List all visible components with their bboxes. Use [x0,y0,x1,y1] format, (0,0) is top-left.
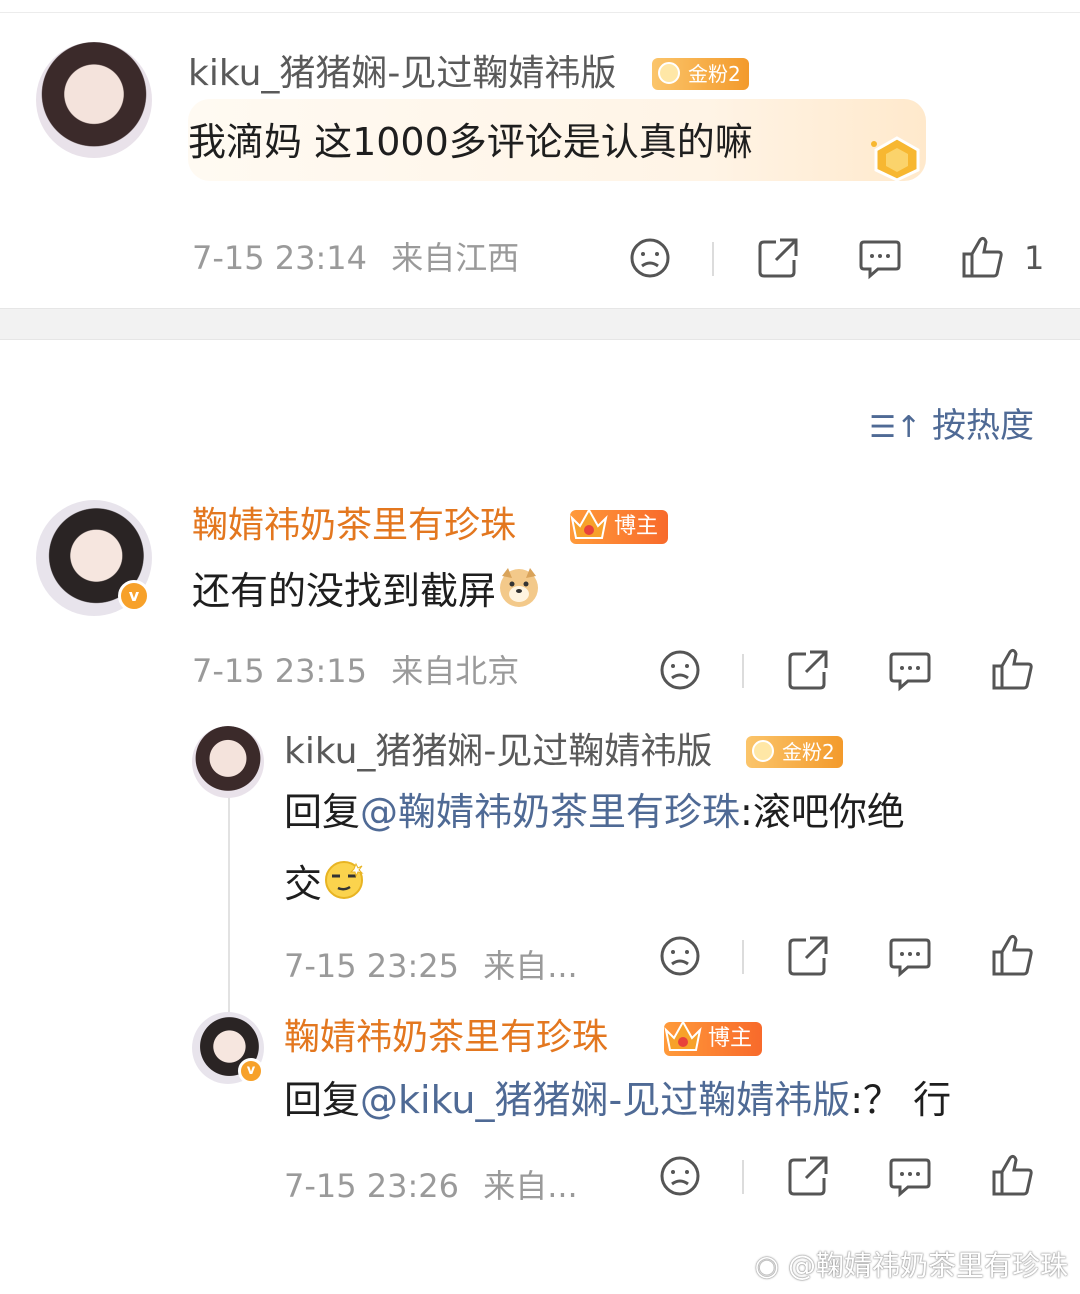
watermark-text: @鞠婧祎奶茶里有珍珠 [787,1249,1068,1282]
weibo-logo-icon: ◉ [754,1249,788,1282]
share-icon[interactable] [756,236,800,280]
username[interactable]: kiku_猪猪娴-见过鞠婧祎版 [284,730,712,774]
username[interactable]: 鞠婧祎奶茶里有珍珠 [192,504,516,548]
mention-link[interactable]: @kiku_猪猪娴-见过鞠婧祎版 [360,1078,850,1122]
reply-content: :滚吧你绝 [740,790,905,834]
timestamp: 7-15 23:14 [192,239,368,277]
timestamp: 7-15 23:25 [284,947,460,985]
comment-icon[interactable] [888,934,932,978]
comment-icon[interactable] [888,1154,932,1198]
divider [712,242,714,276]
crown-icon [664,1019,702,1051]
comment-timestamp: 7-15 23:15 来自北京 [192,651,519,691]
divider [742,654,744,688]
reply-prefix: 回复 [284,790,361,834]
gem-icon [752,740,774,762]
share-icon[interactable] [786,1154,830,1198]
share-icon[interactable] [786,648,830,692]
comment-icon[interactable] [858,236,902,280]
username[interactable]: 鞠婧祎奶茶里有珍珠 [284,1016,608,1060]
reply-text-line2: 交 [284,858,366,915]
verified-icon: v [118,580,150,612]
timestamp: 7-15 23:15 [192,652,368,690]
sort-icon: ☰↑ [869,410,922,445]
reply-content: 交 [284,862,323,906]
reply-content: :？ 行 [850,1078,952,1122]
sort-by-hot-button[interactable]: ☰↑ 按热度 [869,398,1034,447]
reply-timestamp: 7-15 23:26 来自... [284,1166,578,1206]
fan-badge-label: 金粉2 [782,740,835,764]
reply-prefix: 回复 [284,1078,361,1122]
blogger-badge-label: 博主 [708,1026,753,1051]
blogger-badge: 博主 [570,507,669,544]
like-count: 1 [1024,239,1045,277]
location: 来自江西 [391,239,520,277]
dislike-face-icon[interactable] [628,236,672,280]
mention-link[interactable]: @鞠婧祎奶茶里有珍珠 [360,790,740,834]
divider [742,940,744,974]
location: 来自... [483,1167,578,1205]
smirk-emoji-icon [322,858,366,915]
reply-timestamp: 7-15 23:25 来自... [284,946,578,986]
verified-icon: v [238,1058,264,1084]
avatar[interactable] [192,726,264,798]
dislike-face-icon[interactable] [658,648,702,692]
fan-badge[interactable]: 金粉2 [746,736,843,768]
comment-text: 还有的没找到截屏 [192,564,542,623]
avatar[interactable] [36,42,152,158]
location: 来自北京 [391,652,520,690]
like-icon[interactable] [960,234,1004,280]
reply-thread-line [228,793,230,1013]
gem-icon [658,62,680,84]
dislike-face-icon[interactable] [658,934,702,978]
watermark: ◉ @鞠婧祎奶茶里有珍珠 [755,1244,1068,1284]
username[interactable]: kiku_猪猪娴-见过鞠婧祎版 [188,52,616,96]
dislike-face-icon[interactable] [658,1154,702,1198]
like-icon[interactable] [990,932,1034,978]
comment-text-content: 还有的没找到截屏 [192,569,497,613]
comment-timestamp: 7-15 23:14 来自江西 [192,238,519,278]
divider [742,1160,744,1194]
sort-label: 按热度 [932,406,1034,446]
crown-icon [570,507,608,539]
bubble-gem-icon [866,134,928,182]
doge-emoji-icon [496,564,542,623]
fan-badge-label: 金粉2 [688,62,741,86]
timestamp: 7-15 23:26 [284,1167,460,1205]
like-icon[interactable] [990,1152,1034,1198]
top-divider [0,12,1080,13]
reply-text: 回复@鞠婧祎奶茶里有珍珠:滚吧你绝 [284,786,905,838]
share-icon[interactable] [786,934,830,978]
blogger-badge-label: 博主 [614,514,659,539]
comment-icon[interactable] [888,648,932,692]
location: 来自... [483,947,578,985]
comment-text: 我滴妈 这1000多评论是认真的嘛 [188,120,753,164]
like-icon[interactable] [990,646,1034,692]
section-separator [0,308,1080,340]
fan-badge[interactable]: 金粉2 [652,58,749,90]
blogger-badge: 博主 [664,1019,763,1056]
reply-text: 回复@kiku_猪猪娴-见过鞠婧祎版:？ 行 [284,1074,951,1126]
